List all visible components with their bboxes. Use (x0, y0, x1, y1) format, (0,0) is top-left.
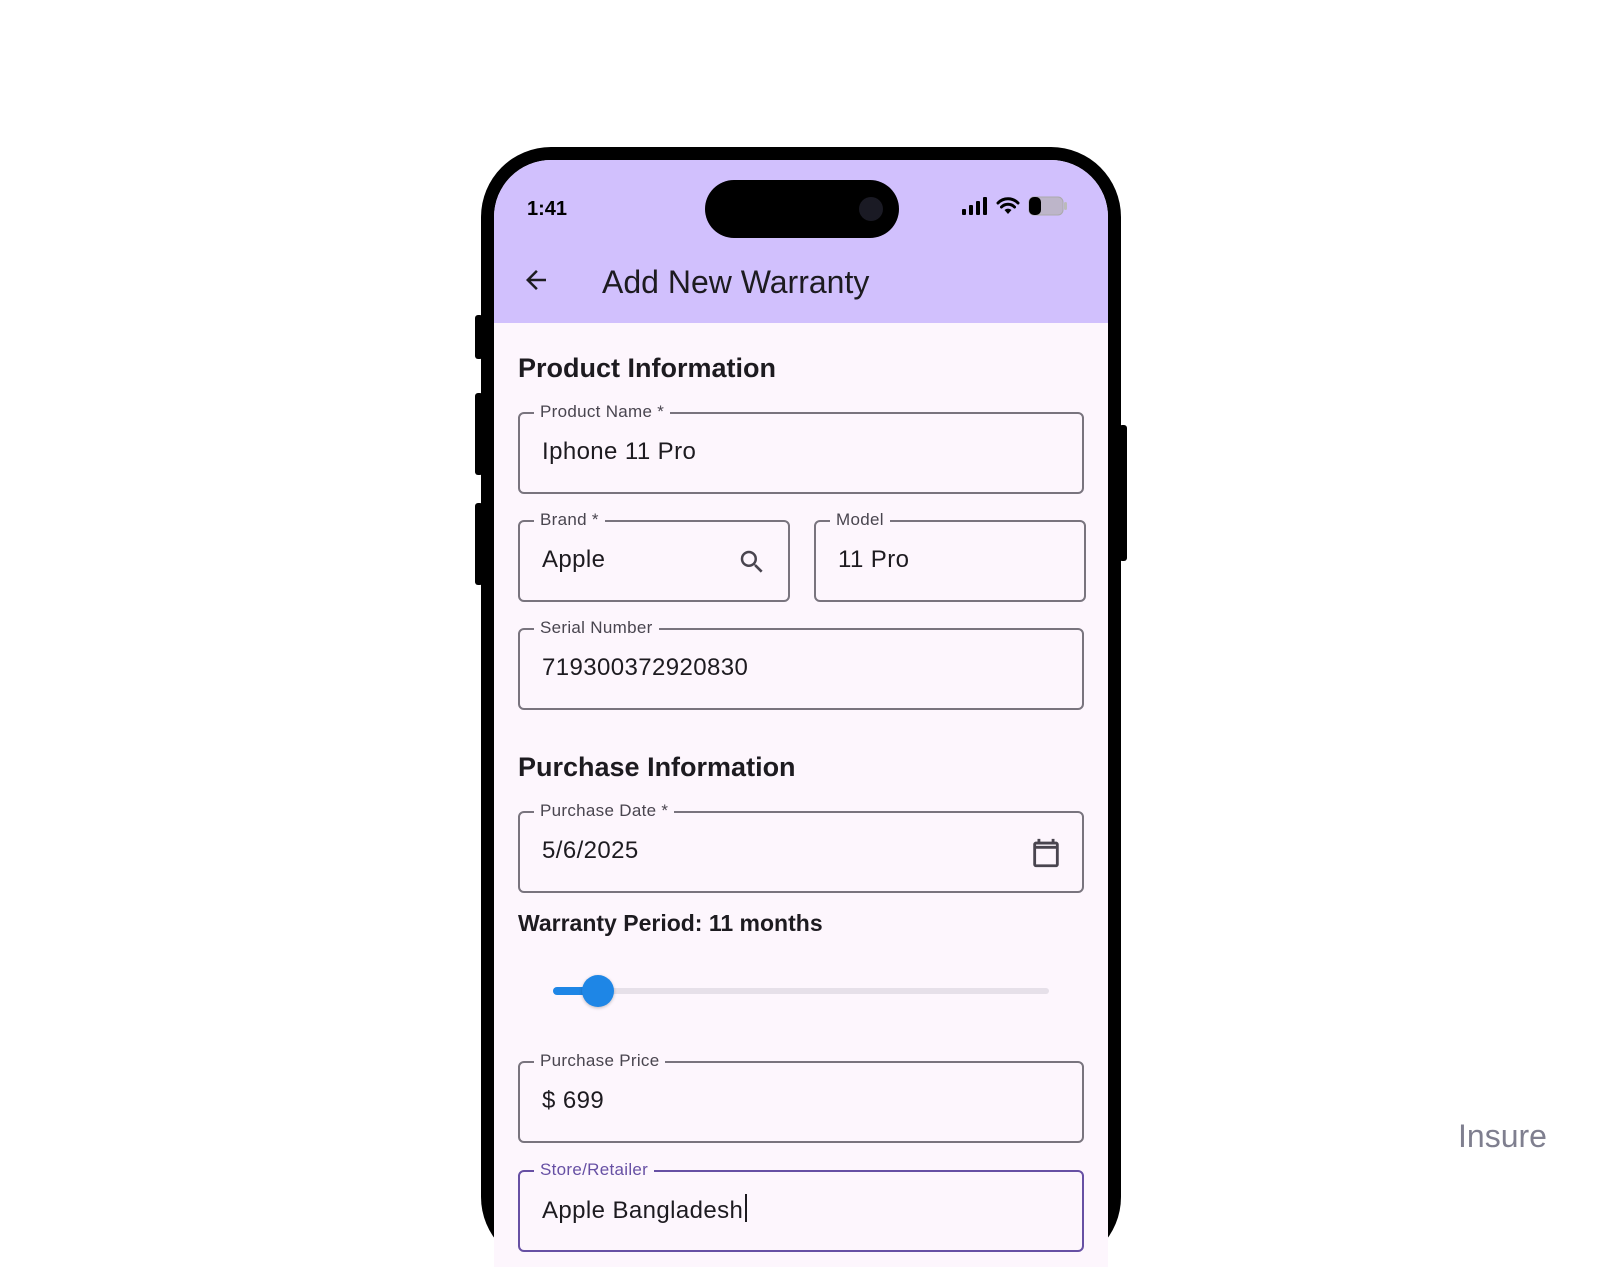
brand-field[interactable]: Brand * Apple (518, 509, 790, 602)
product-name-field[interactable]: Product Name * Iphone 11 Pro (518, 401, 1084, 494)
serial-number-label: Serial Number (534, 617, 659, 639)
wifi-icon (996, 197, 1020, 214)
volume-up-button (475, 393, 483, 475)
app-bar: 1:41 Add New Warranty (494, 160, 1108, 323)
serial-number-field[interactable]: Serial Number 719300372920830 (518, 617, 1084, 710)
section-title-purchase: Purchase Information (518, 752, 796, 782)
watermark-logo: Insure (1458, 1118, 1547, 1154)
camera-icon (859, 197, 883, 221)
purchase-date-value: 5/6/2025 (542, 837, 639, 864)
purchase-price-field[interactable]: Purchase Price $ 699 (518, 1050, 1084, 1143)
arrow-left-icon (526, 270, 546, 290)
currency-prefix: $ (542, 1087, 556, 1114)
calendar-icon (1033, 838, 1059, 868)
page-title: Add New Warranty (602, 264, 870, 300)
warranty-slider-thumb[interactable] (581, 975, 614, 1007)
model-value: 11 Pro (838, 546, 910, 573)
signal-icon (962, 197, 987, 215)
mute-switch (475, 315, 483, 359)
warranty-period-label: Warranty Period: 11 months (518, 910, 823, 936)
volume-down-button (475, 503, 483, 585)
brand-search-button[interactable] (734, 544, 770, 580)
price-amount: 699 (562, 1087, 605, 1114)
brand-label: Brand * (534, 509, 605, 531)
brand-value: Apple (542, 546, 606, 573)
model-label: Model (830, 509, 890, 531)
store-retailer-value: Apple Bangladesh (542, 1194, 748, 1225)
warranty-slider-track[interactable] (553, 988, 1049, 994)
purchase-date-field[interactable]: Purchase Date * 5/6/2025 (518, 800, 1084, 893)
product-name-value: Iphone 11 Pro (542, 438, 697, 465)
power-button (1119, 425, 1127, 561)
battery-icon (1028, 196, 1067, 216)
store-retailer-field[interactable]: Store/Retailer Apple Bangladesh (518, 1159, 1084, 1252)
purchase-price-label: Purchase Price (534, 1050, 666, 1072)
dynamic-island (705, 180, 899, 238)
store-retailer-text: Apple Bangladesh (542, 1197, 744, 1224)
status-time: 1:41 (527, 198, 568, 220)
date-picker-button[interactable] (1028, 835, 1064, 871)
purchase-price-value: $ 699 (542, 1087, 604, 1115)
text-cursor (745, 1194, 748, 1222)
serial-number-value: 719300372920830 (542, 654, 749, 681)
purchase-date-label: Purchase Date * (534, 800, 675, 822)
phone-frame: 1:41 Add New Warranty Product Informatio… (475, 147, 1127, 1267)
back-button[interactable] (516, 260, 556, 300)
product-name-label: Product Name * (534, 401, 671, 423)
phone-screen: 1:41 Add New Warranty Product Informatio… (494, 160, 1108, 1267)
search-icon (740, 550, 763, 573)
status-icons (962, 196, 1068, 216)
section-title-product: Product Information (518, 353, 776, 383)
model-field[interactable]: Model 11 Pro (814, 509, 1086, 602)
store-retailer-label: Store/Retailer (534, 1159, 655, 1181)
